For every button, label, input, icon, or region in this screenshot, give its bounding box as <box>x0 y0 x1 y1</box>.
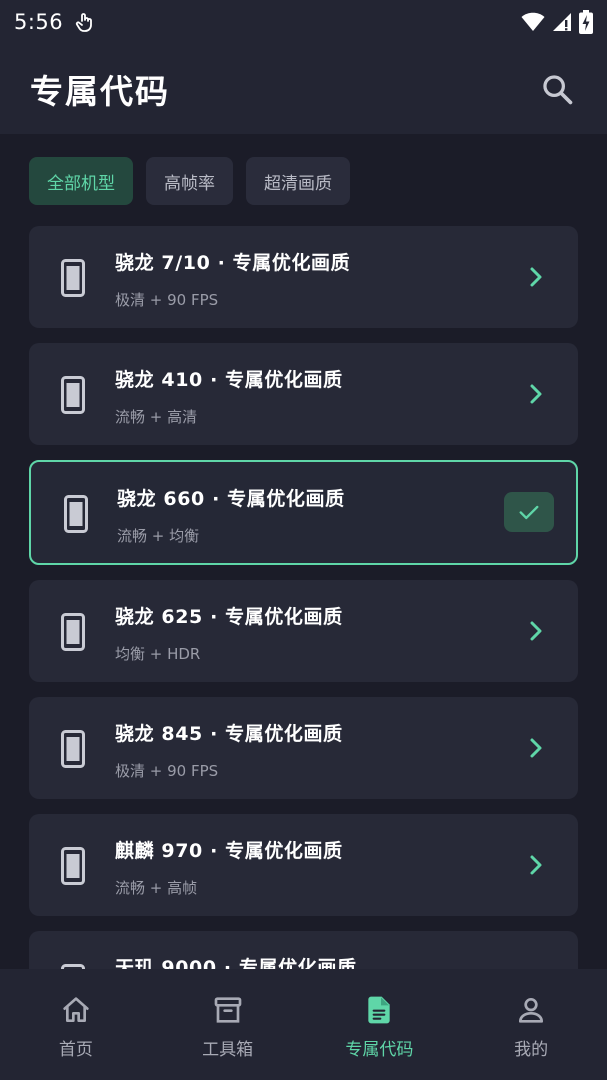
device-quality: 流畅 + 均衡 <box>117 527 200 545</box>
person-icon <box>519 998 544 1023</box>
device-card[interactable]: 骁龙 410 · 专属优化画质 流畅 + 高清 <box>29 343 578 445</box>
nav-exclusive-code[interactable]: 专属代码 <box>304 969 456 1080</box>
nav-toolbox[interactable]: 工具箱 <box>152 969 304 1080</box>
chevron-right-icon <box>530 267 542 287</box>
filter-chip-group: 全部机型 高帧率 超清画质 <box>29 157 350 205</box>
home-icon <box>63 997 89 1022</box>
nav-label: 首页 <box>58 1040 93 1060</box>
status-time: 5:56 <box>14 10 64 34</box>
device-card-selected[interactable]: 骁龙 660 · 专属优化画质 流畅 + 均衡 <box>29 460 578 565</box>
device-name: 骁龙 660 · 专属优化画质 <box>117 488 345 510</box>
phone-icon <box>61 259 85 297</box>
status-bar: 5:56 <box>0 0 607 44</box>
selected-badge <box>504 492 554 532</box>
nav-profile[interactable]: 我的 <box>455 969 607 1080</box>
nav-home[interactable]: 首页 <box>0 969 152 1080</box>
nav-label: 专属代码 <box>345 1040 414 1060</box>
page-title: 专属代码 <box>30 72 170 111</box>
device-quality: 极清 + 90 FPS <box>115 762 219 780</box>
filter-chip-ultra-hd[interactable]: 超清画质 <box>246 157 350 205</box>
signal-icon <box>553 13 571 31</box>
device-card[interactable]: 骁龙 845 · 专属优化画质 极清 + 90 FPS <box>29 697 578 799</box>
device-name: 骁龙 410 · 专属优化画质 <box>115 369 343 391</box>
device-card[interactable]: 骁龙 625 · 专属优化画质 均衡 + HDR <box>29 580 578 682</box>
battery-charging-icon <box>579 10 593 34</box>
filter-chip-label: 高帧率 <box>164 173 215 194</box>
filter-chip-label: 超清画质 <box>264 173 332 194</box>
nav-label: 我的 <box>514 1040 549 1060</box>
document-icon <box>368 996 391 1024</box>
device-name: 麒麟 970 · 专属优化画质 <box>115 840 343 862</box>
nav-label: 工具箱 <box>202 1040 254 1060</box>
phone-icon <box>64 495 88 533</box>
chevron-right-icon <box>530 855 542 875</box>
app-header: 专属代码 <box>0 44 607 134</box>
phone-icon <box>61 730 85 768</box>
device-quality: 极清 + 90 FPS <box>115 291 219 309</box>
search-icon <box>543 75 573 105</box>
device-quality: 均衡 + HDR <box>115 645 201 663</box>
filter-chip-label: 全部机型 <box>47 173 115 194</box>
chevron-right-icon <box>530 738 542 758</box>
device-name: 骁龙 625 · 专属优化画质 <box>115 606 343 628</box>
touch-icon <box>76 13 93 32</box>
device-name: 骁龙 845 · 专属优化画质 <box>115 723 343 745</box>
phone-icon <box>61 376 85 414</box>
device-card[interactable]: 麒麟 970 · 专属优化画质 流畅 + 高帧 <box>29 814 578 916</box>
device-quality: 流畅 + 高帧 <box>115 879 198 897</box>
device-name: 骁龙 7/10 · 专属优化画质 <box>115 252 351 274</box>
archive-box-icon <box>214 997 241 1023</box>
search-button[interactable] <box>537 69 577 109</box>
check-icon <box>519 505 539 520</box>
phone-icon <box>61 613 85 651</box>
filter-chip-all-models[interactable]: 全部机型 <box>29 157 133 205</box>
device-card[interactable]: 骁龙 7/10 · 专属优化画质 极清 + 90 FPS <box>29 226 578 328</box>
bottom-nav: 首页 工具箱 专属代码 我的 <box>0 969 607 1080</box>
chevron-right-icon <box>530 384 542 404</box>
phone-icon <box>61 847 85 885</box>
wifi-icon <box>521 12 545 31</box>
filter-chip-high-fps[interactable]: 高帧率 <box>146 157 233 205</box>
device-quality: 流畅 + 高清 <box>115 408 198 426</box>
chevron-right-icon <box>530 621 542 641</box>
